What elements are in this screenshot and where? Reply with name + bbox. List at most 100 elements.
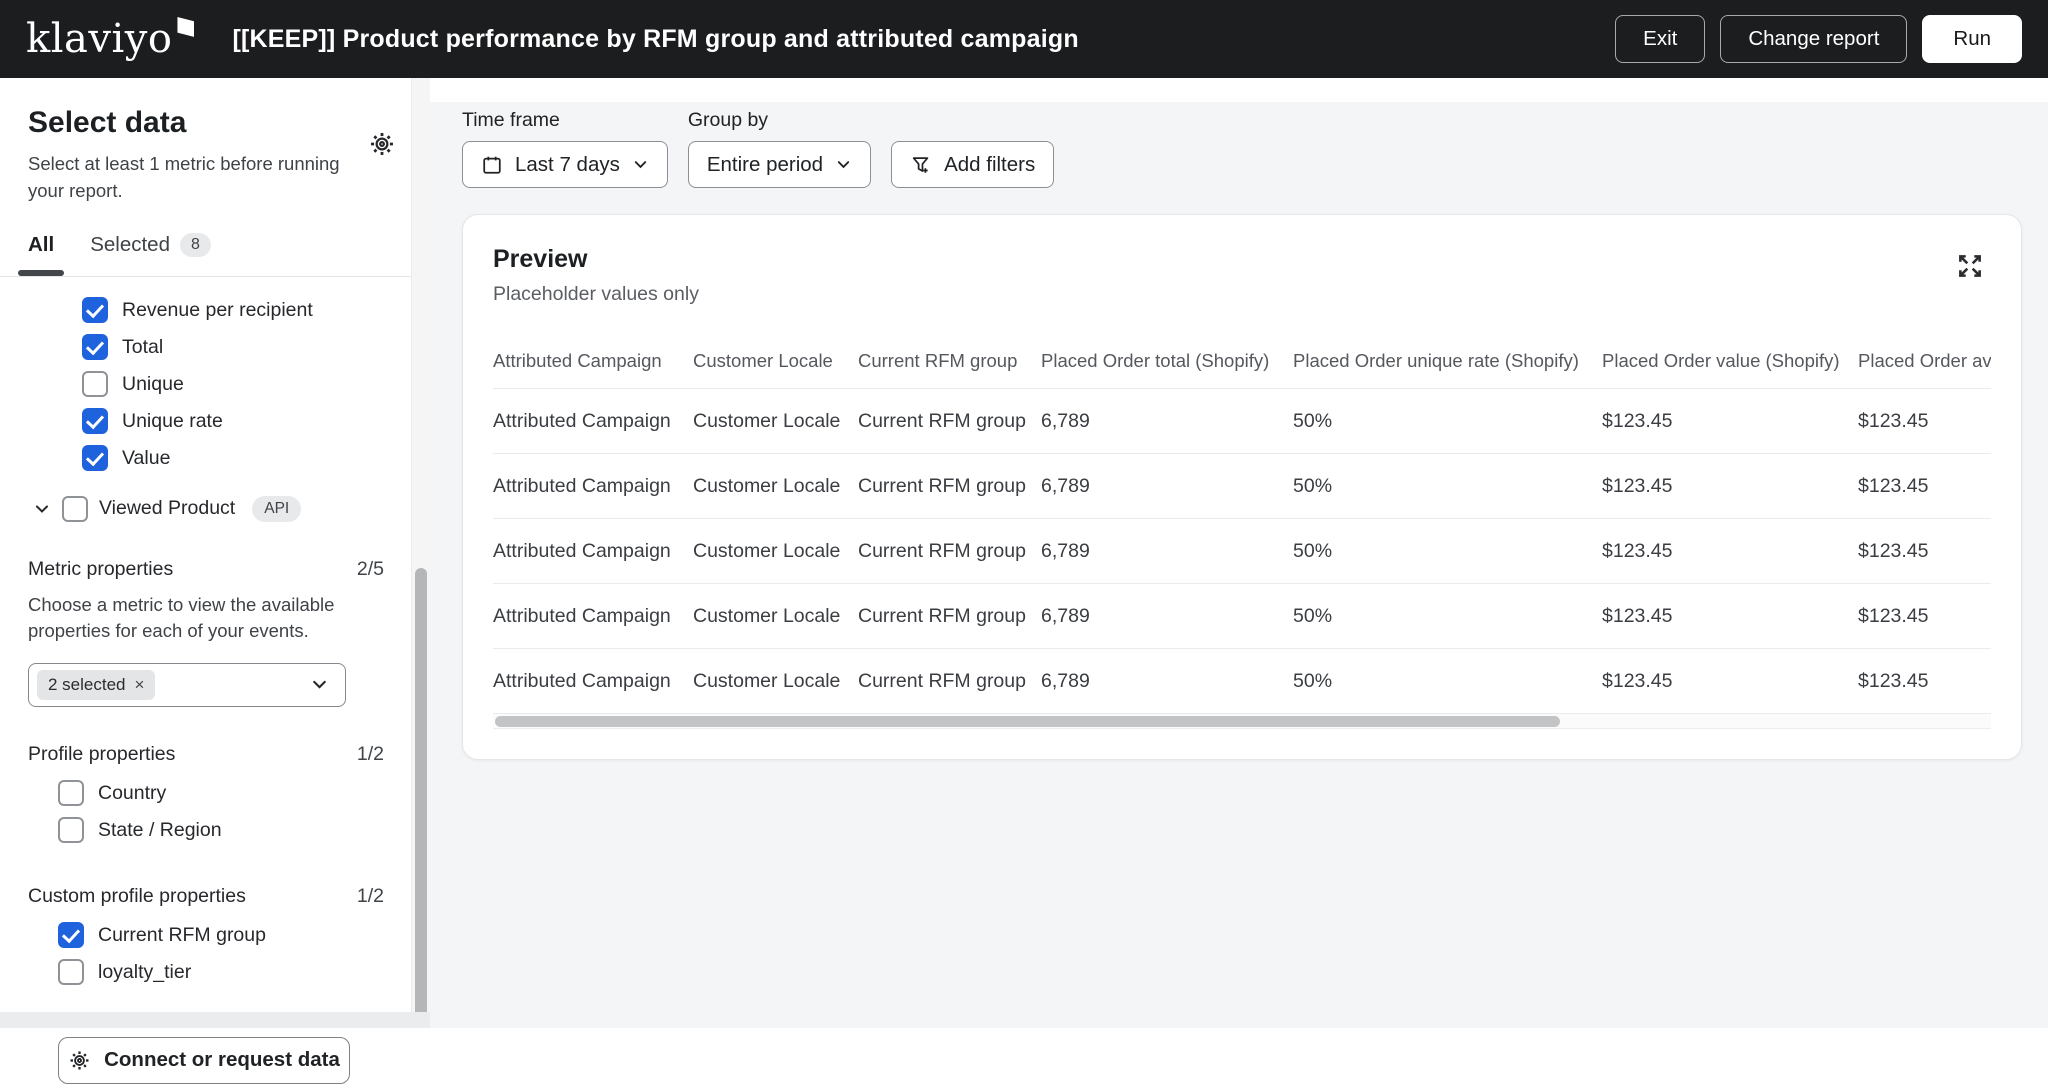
- metric-option-checkbox[interactable]: [82, 297, 108, 323]
- metric-checkbox-list: Revenue per recipient TotalUniqueUnique r…: [28, 292, 384, 477]
- table-cell: Current RFM group: [858, 475, 1041, 498]
- table-horizontal-scrollbar-track[interactable]: [493, 714, 1991, 729]
- metric-properties-label: Metric properties: [28, 558, 173, 581]
- column-header: Placed Order value (Shopify): [1602, 350, 1858, 372]
- table-cell: Customer Locale: [693, 410, 858, 433]
- main-area: Time frame Last 7 days: [430, 78, 2048, 1028]
- table-row: Attributed CampaignCustomer LocaleCurren…: [493, 519, 1991, 584]
- table-row: Attributed CampaignCustomer LocaleCurren…: [493, 389, 1991, 454]
- table-cell: 6,789: [1041, 410, 1293, 433]
- profile-property-row[interactable]: State / Region: [28, 812, 384, 849]
- metric-option-row[interactable]: Revenue per recipient: [28, 292, 384, 329]
- metric-option-row[interactable]: Unique rate: [28, 403, 384, 440]
- api-badge: API: [252, 496, 301, 522]
- calendar-icon: [481, 154, 503, 176]
- gear-icon: [68, 1049, 91, 1072]
- viewed-product-checkbox[interactable]: [62, 496, 88, 522]
- custom-property-label: loyalty_tier: [98, 961, 191, 984]
- column-header: Customer Locale: [693, 350, 858, 372]
- tab-all[interactable]: All: [28, 233, 54, 257]
- table-row: Attributed CampaignCustomer LocaleCurren…: [493, 454, 1991, 519]
- time-frame-dropdown[interactable]: Last 7 days: [462, 141, 668, 188]
- table-cell: $123.45: [1602, 605, 1858, 628]
- viewed-product-row[interactable]: Viewed Product API: [28, 496, 384, 522]
- table-cell: 50%: [1293, 540, 1602, 563]
- metric-option-checkbox[interactable]: [82, 371, 108, 397]
- exit-button[interactable]: Exit: [1615, 15, 1705, 63]
- expand-icon[interactable]: [1955, 251, 1985, 281]
- metric-option-checkbox[interactable]: [82, 334, 108, 360]
- table-cell: 50%: [1293, 605, 1602, 628]
- select-data-sidebar: Select data Select at least 1 metric bef…: [0, 78, 430, 1028]
- preview-card: Preview Placeholder values only Attribut…: [462, 214, 2022, 760]
- tab-selected-label: Selected: [90, 233, 170, 257]
- table-cell: Current RFM group: [858, 670, 1041, 693]
- metric-option-checkbox[interactable]: [82, 408, 108, 434]
- table-cell: 6,789: [1041, 605, 1293, 628]
- selected-chip: 2 selected ×: [37, 670, 155, 700]
- custom-property-row[interactable]: Current RFM group: [28, 917, 384, 954]
- table-row: Attributed CampaignCustomer LocaleCurren…: [493, 584, 1991, 649]
- custom-profile-properties-label: Custom profile properties: [28, 885, 246, 908]
- custom-profile-properties-count: 1/2: [357, 885, 384, 908]
- profile-properties-header: Profile properties 1/2: [28, 743, 384, 766]
- column-header: Placed Order av: [1858, 350, 1991, 372]
- metric-properties-select[interactable]: 2 selected ×: [28, 663, 346, 707]
- selected-chip-label: 2 selected: [48, 675, 126, 695]
- group-by-value: Entire period: [707, 153, 823, 177]
- metric-option-row[interactable]: Unique: [28, 366, 384, 403]
- connect-or-request-data-button[interactable]: Connect or request data: [58, 1037, 350, 1084]
- klaviyo-flag-icon: [177, 17, 194, 37]
- table-cell: Customer Locale: [693, 605, 858, 628]
- table-cell: Attributed Campaign: [493, 475, 693, 498]
- metric-option-label: Revenue per recipient: [122, 299, 313, 322]
- topbar-gap: [430, 78, 2048, 102]
- profile-property-label: State / Region: [98, 819, 222, 842]
- custom-property-row[interactable]: loyalty_tier: [28, 954, 384, 991]
- metric-option-row[interactable]: Total: [28, 329, 384, 366]
- sidebar-scrollbar-track[interactable]: [411, 78, 430, 1012]
- table-cell: 50%: [1293, 670, 1602, 693]
- metric-option-label: Value: [122, 447, 170, 470]
- group-by-dropdown[interactable]: Entire period: [688, 141, 871, 188]
- report-title: [[KEEP]] Product performance by RFM grou…: [232, 25, 1078, 54]
- chevron-down-icon: [310, 675, 329, 694]
- metric-option-row[interactable]: Value: [28, 440, 384, 477]
- sidebar-scrollbar-thumb[interactable]: [415, 568, 427, 1020]
- sidebar-bottom-scrollbar[interactable]: [0, 1012, 430, 1028]
- table-header-row: Attributed CampaignCustomer LocaleCurren…: [493, 336, 1991, 389]
- selected-count-badge: 8: [180, 233, 211, 257]
- time-frame-value: Last 7 days: [515, 153, 620, 177]
- column-header: Placed Order total (Shopify): [1041, 350, 1293, 372]
- run-button[interactable]: Run: [1922, 15, 2022, 63]
- metric-option-checkbox[interactable]: [82, 445, 108, 471]
- tabs-divider: [0, 276, 430, 277]
- settings-gear-icon[interactable]: [368, 130, 396, 158]
- table-cell: Attributed Campaign: [493, 540, 693, 563]
- metric-properties-header: Metric properties 2/5: [28, 558, 384, 581]
- time-frame-label: Time frame: [462, 109, 668, 132]
- profile-property-checkbox[interactable]: [58, 817, 84, 843]
- column-header: Attributed Campaign: [493, 350, 693, 372]
- profile-property-label: Country: [98, 782, 166, 805]
- add-filters-button[interactable]: Add filters: [891, 141, 1054, 188]
- custom-property-checkbox[interactable]: [58, 959, 84, 985]
- preview-subtitle: Placeholder values only: [493, 283, 1991, 306]
- tab-selected[interactable]: Selected 8: [90, 233, 211, 257]
- profile-property-row[interactable]: Country: [28, 775, 384, 812]
- change-report-button[interactable]: Change report: [1720, 15, 1907, 63]
- topbar-actions: Exit Change report Run: [1615, 15, 2022, 63]
- chevron-down-icon[interactable]: [33, 500, 51, 518]
- app-window: klaviyo [[KEEP]] Product performance by …: [0, 0, 2048, 1028]
- custom-property-checkbox[interactable]: [58, 922, 84, 948]
- profile-property-checkbox[interactable]: [58, 780, 84, 806]
- filter-plus-icon: [910, 154, 932, 176]
- table-cell: Attributed Campaign: [493, 410, 693, 433]
- table-horizontal-scrollbar-thumb[interactable]: [495, 716, 1560, 727]
- table-cell: 6,789: [1041, 670, 1293, 693]
- table-cell: 50%: [1293, 410, 1602, 433]
- metric-properties-description: Choose a metric to view the available pr…: [28, 592, 358, 645]
- table-cell: Customer Locale: [693, 540, 858, 563]
- preview-title: Preview: [493, 245, 1991, 274]
- chip-close-icon[interactable]: ×: [135, 676, 145, 693]
